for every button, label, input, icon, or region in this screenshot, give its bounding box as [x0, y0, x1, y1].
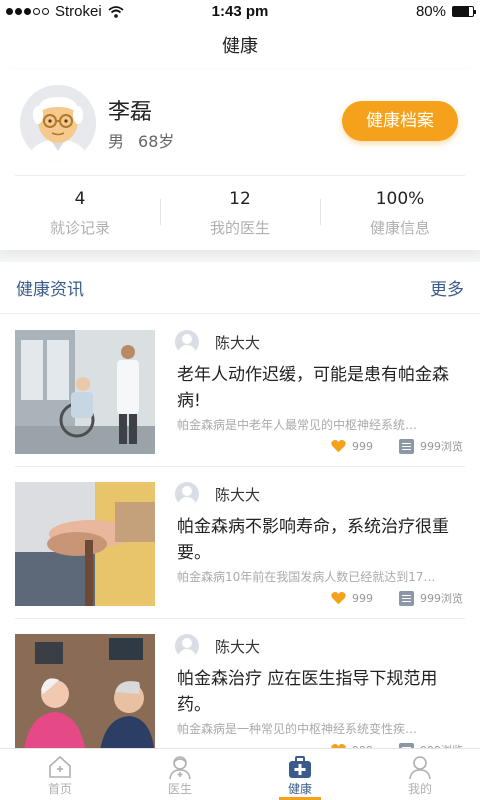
article-summary: 帕金森病是中老年人最常见的中枢神经系统… — [177, 418, 418, 432]
medical-kit-icon — [289, 756, 311, 778]
stat-value: 12 — [229, 189, 251, 209]
status-bar: Strokei 1:43 pm 80% — [0, 0, 480, 24]
elderly-man-avatar-icon — [20, 85, 96, 161]
divider — [15, 466, 465, 467]
heart-icon[interactable] — [331, 591, 346, 605]
bottom-tab-bar: 首页 医生 健康 我的 — [0, 748, 480, 800]
heart-icon[interactable] — [331, 439, 346, 453]
views-icon — [399, 590, 414, 606]
author-avatar-icon — [175, 634, 199, 658]
profile-card: 李磊 男 68岁 健康档案 4 就诊记录 12 我的医生 100% 健康信息 — [0, 70, 480, 250]
user-gender: 男 — [108, 132, 125, 151]
article-thumbnail — [15, 482, 155, 606]
view-count: 999浏览 — [420, 440, 463, 453]
stat-label: 健康信息 — [369, 219, 430, 237]
tab-mine[interactable]: 我的 — [360, 749, 480, 800]
tab-health[interactable]: 健康 — [240, 749, 360, 800]
stat-value: 100% — [375, 189, 425, 209]
page-title: 健康 — [0, 24, 480, 70]
author-row: 陈大大 — [175, 482, 260, 506]
news-header: 健康资讯 更多 — [0, 262, 480, 314]
tab-label: 健康 — [287, 782, 312, 796]
news-section-title: 健康资讯 — [16, 280, 84, 300]
divider — [15, 618, 465, 619]
view-count: 999浏览 — [420, 592, 463, 605]
article-title[interactable]: 帕金森治疗 应在医生指导下规范用药。 — [177, 666, 467, 718]
status-right: 80% — [415, 3, 476, 20]
user-name: 李磊 — [108, 100, 153, 125]
health-record-button[interactable]: 健康档案 — [342, 101, 458, 141]
battery-icon — [452, 6, 476, 17]
status-time: 1:43 pm — [211, 3, 269, 20]
more-link[interactable]: 更多 — [430, 275, 464, 300]
author-avatar-icon — [175, 482, 199, 506]
news-item[interactable]: 陈大大 帕金森治疗 应在医生指导下规范用药。 帕金森病是一种常见的中枢神经系统变… — [15, 634, 465, 760]
stat-health-info[interactable]: 100% 健康信息 — [320, 185, 480, 243]
author-name: 陈大大 — [215, 485, 261, 504]
elderly-couple-photo — [15, 634, 155, 758]
author-row: 陈大大 — [175, 330, 260, 354]
tab-doctor[interactable]: 医生 — [120, 749, 240, 800]
author-row: 陈大大 — [175, 634, 260, 658]
user-meta: 男 68岁 — [108, 128, 174, 152]
article-thumbnail — [15, 330, 155, 454]
views-icon — [399, 438, 414, 454]
article-meta: 999 999浏览 — [331, 590, 463, 606]
avatar[interactable] — [20, 85, 96, 161]
article-summary: 帕金森病10年前在我国发病人数已经就达到17… — [177, 570, 436, 584]
user-icon — [409, 756, 431, 780]
stat-label: 就诊记录 — [49, 219, 110, 237]
like-count: 999 — [352, 591, 373, 605]
divider — [15, 175, 465, 176]
health-screen: Strokei 1:43 pm 80% 健康 李磊 男 68岁 健康档案 4 就… — [0, 0, 480, 800]
stat-my-doctors[interactable]: 12 我的医生 — [160, 185, 320, 243]
news-item[interactable]: 陈大大 帕金森病不影响寿命，系统治疗很重要。 帕金森病10年前在我国发病人数已经… — [15, 482, 467, 619]
author-name: 陈大大 — [215, 637, 261, 656]
article-title[interactable]: 帕金森病不影响寿命，系统治疗很重要。 — [177, 514, 467, 566]
doctor-icon — [169, 756, 191, 780]
stat-label: 我的医生 — [209, 219, 270, 237]
stat-value: 4 — [74, 189, 86, 209]
tab-label: 医生 — [167, 782, 192, 796]
health-news-section: 健康资讯 更多 陈大大 老年人动作迟缓，可能是患有帕金森病! 帕金森病是中老年人… — [0, 262, 480, 758]
like-count: 999 — [352, 439, 373, 453]
holding-hands-photo — [15, 482, 155, 606]
hospital-corridor-photo — [15, 330, 155, 454]
stat-visit-records[interactable]: 4 就诊记录 — [0, 185, 160, 243]
stats-row: 4 就诊记录 12 我的医生 100% 健康信息 — [0, 185, 480, 243]
battery-percent: 80% — [415, 3, 446, 20]
tab-label: 首页 — [47, 782, 72, 796]
article-meta: 999 999浏览 — [331, 438, 463, 454]
user-age: 68岁 — [138, 132, 175, 151]
article-thumbnail — [15, 634, 155, 758]
home-icon — [49, 755, 71, 778]
tab-home[interactable]: 首页 — [0, 749, 120, 800]
article-title[interactable]: 老年人动作迟缓，可能是患有帕金森病! — [177, 362, 467, 414]
news-item[interactable]: 陈大大 老年人动作迟缓，可能是患有帕金森病! 帕金森病是中老年人最常见的中枢神经… — [15, 330, 467, 467]
author-avatar-icon — [175, 330, 199, 354]
article-summary: 帕金森病是一种常见的中枢神经系统变性疾… — [177, 722, 418, 736]
author-name: 陈大大 — [215, 333, 261, 352]
tab-label: 我的 — [407, 782, 432, 796]
